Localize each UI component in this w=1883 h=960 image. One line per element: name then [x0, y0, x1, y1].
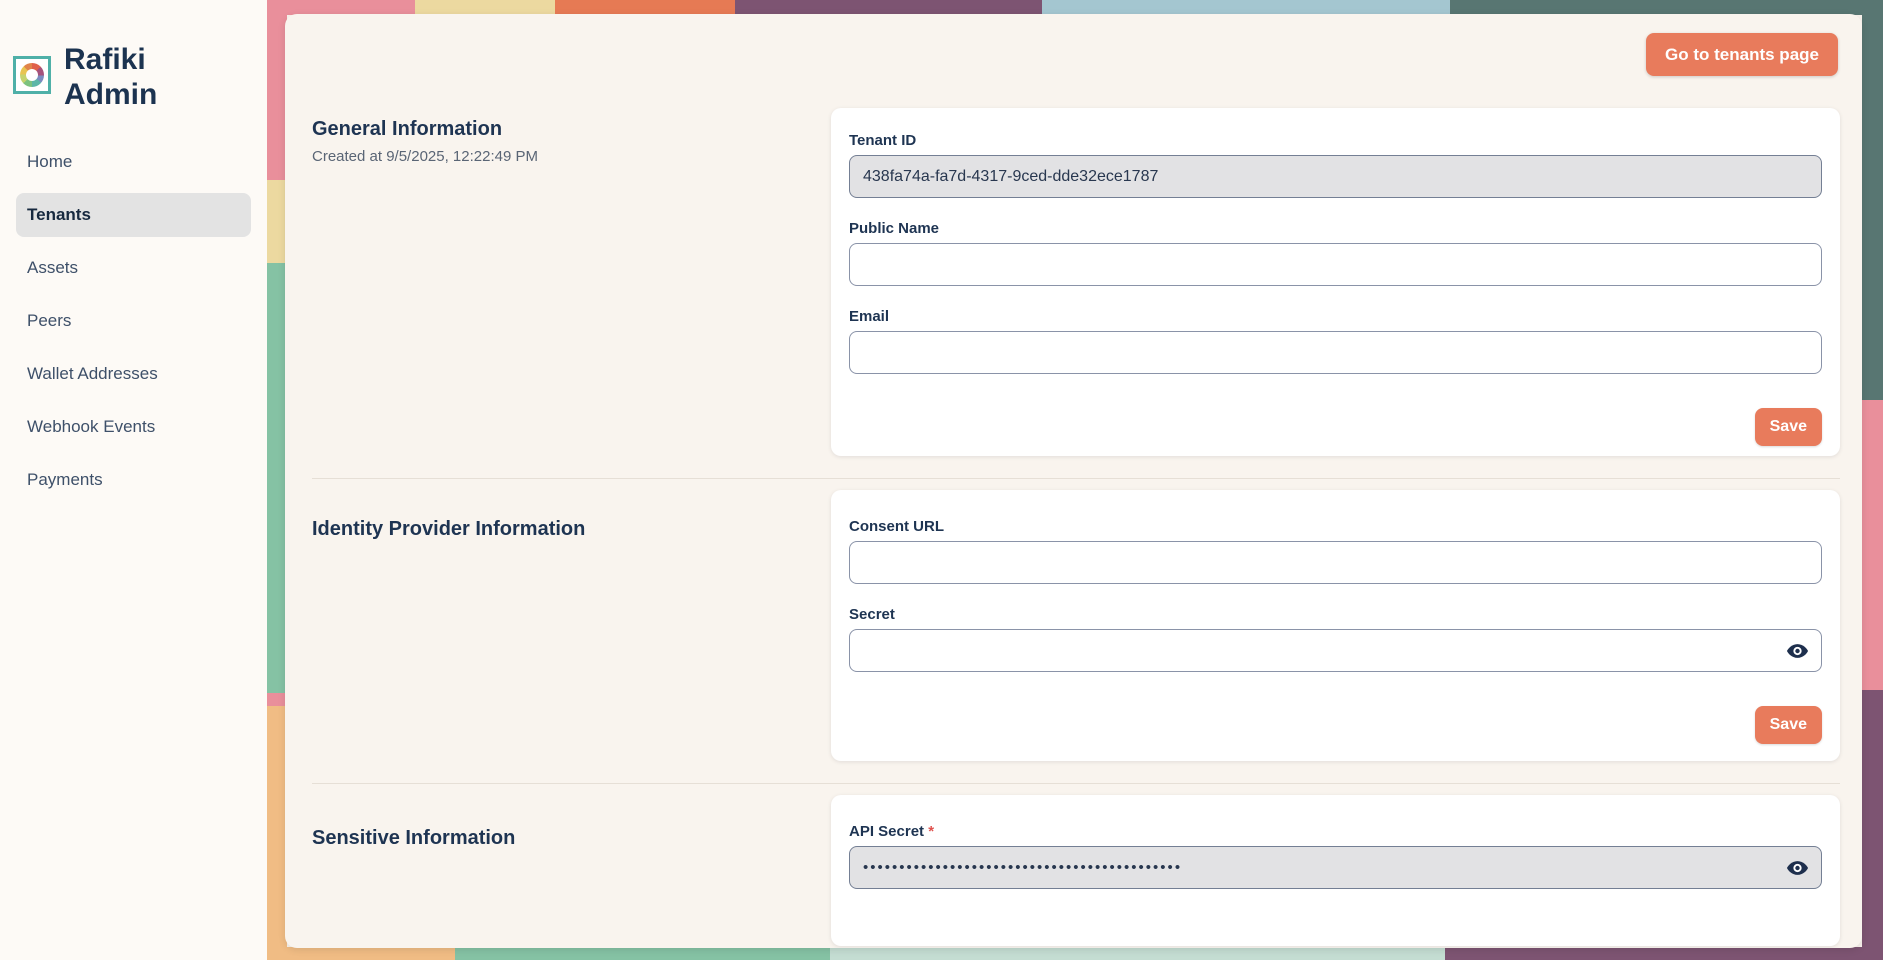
required-asterisk: * [928, 823, 934, 840]
eye-icon[interactable] [1786, 856, 1809, 879]
sidebar-item-wallet-addresses[interactable]: Wallet Addresses [16, 352, 251, 396]
consent-url-field[interactable] [849, 541, 1822, 584]
general-form-panel: Tenant ID Public Name Email Save [831, 108, 1840, 456]
rafiki-ring-logo-icon [13, 56, 51, 94]
section-identity-provider: Identity Provider Information Consent UR… [312, 490, 1840, 761]
consent-url-label: Consent URL [849, 518, 1822, 535]
sensitive-section-header: Sensitive Information [312, 795, 831, 946]
section-divider [312, 478, 1840, 479]
idp-section-header: Identity Provider Information [312, 490, 831, 761]
general-save-button[interactable]: Save [1755, 408, 1822, 446]
created-at-text: Created at 9/5/2025, 12:22:49 PM [312, 148, 801, 165]
email-label: Email [849, 308, 1822, 325]
bg-left-strip [267, 0, 287, 960]
general-section-title: General Information [312, 118, 801, 141]
main-card: Go to tenants page General Information C… [285, 14, 1862, 948]
sidebar-item-webhook-events[interactable]: Webhook Events [16, 405, 251, 449]
secret-label: Secret [849, 606, 1822, 623]
sidebar-item-home[interactable]: Home [16, 140, 251, 184]
idp-form-panel: Consent URL Secret [831, 490, 1840, 761]
api-secret-label: API Secret * [849, 823, 1822, 840]
brand: Rafiki Admin [0, 0, 267, 112]
logo-ring-hole [26, 69, 38, 81]
logo-color-ring [20, 63, 44, 87]
public-name-field[interactable] [849, 243, 1822, 286]
sensitive-section-title: Sensitive Information [312, 827, 801, 850]
sidebar-nav: Home Tenants Assets Peers Wallet Address… [0, 140, 267, 502]
eye-icon[interactable] [1786, 639, 1809, 662]
sidebar-item-assets[interactable]: Assets [16, 246, 251, 290]
app-title-line2: Admin [64, 77, 157, 112]
general-section-header: General Information Created at 9/5/2025,… [312, 108, 831, 456]
public-name-label: Public Name [849, 220, 1822, 237]
secret-field[interactable] [849, 629, 1822, 672]
api-secret-field[interactable] [849, 846, 1822, 889]
sidebar-item-payments[interactable]: Payments [16, 458, 251, 502]
idp-section-title: Identity Provider Information [312, 518, 801, 541]
tenant-id-label: Tenant ID [849, 132, 1822, 149]
app-title-line1: Rafiki [64, 42, 157, 77]
email-field[interactable] [849, 331, 1822, 374]
app-title: Rafiki Admin [64, 42, 157, 112]
sidebar-item-tenants[interactable]: Tenants [16, 193, 251, 237]
section-general-information: General Information Created at 9/5/2025,… [312, 108, 1840, 456]
bg-right-strip [1862, 0, 1883, 960]
api-secret-label-text: API Secret [849, 823, 924, 840]
sidebar: Rafiki Admin Home Tenants Assets Peers W… [0, 0, 267, 960]
section-sensitive-information: Sensitive Information API Secret * [312, 795, 1840, 946]
sensitive-form-panel: API Secret * [831, 795, 1840, 946]
sidebar-item-peers[interactable]: Peers [16, 299, 251, 343]
tenant-detail-content: General Information Created at 9/5/2025,… [285, 14, 1862, 946]
section-divider [312, 783, 1840, 784]
bg-bottom-strip [267, 947, 1883, 960]
tenant-id-field[interactable] [849, 155, 1822, 198]
go-to-tenants-button[interactable]: Go to tenants page [1646, 33, 1838, 76]
idp-save-button[interactable]: Save [1755, 706, 1822, 744]
